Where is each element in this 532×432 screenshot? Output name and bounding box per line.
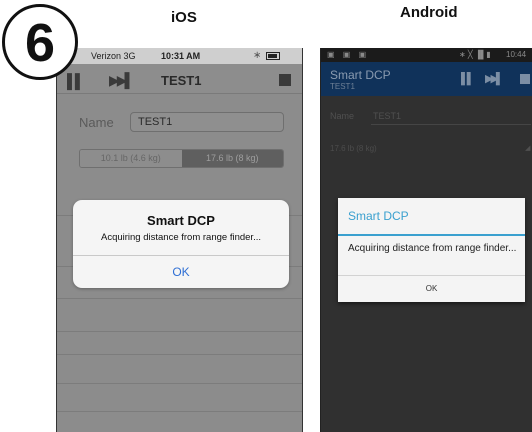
bluetooth-icon: ∗ (253, 50, 262, 61)
dialog-title: Smart DCP (147, 213, 215, 228)
divider (57, 411, 302, 412)
battery-icon (266, 52, 280, 60)
status-time: 10:44 (506, 50, 527, 59)
ios-platform-label: iOS (171, 9, 197, 26)
weight-spinner[interactable]: 17.6 lb (8 kg) (330, 144, 377, 153)
dialog-title-divider (338, 234, 525, 236)
dialog-message: Acquiring distance from range finder... (100, 232, 261, 243)
pause-icon[interactable]: ▌▌ (461, 73, 475, 85)
comparison-figure: 6 iOS Android Verizon 3G 10:31 AM ∗ ▌▌ ▶… (0, 0, 532, 432)
weight-option-light[interactable]: 10.1 lb (4.6 kg) (80, 150, 182, 167)
weight-option-heavy[interactable]: 17.6 lb (8 kg) (181, 150, 283, 167)
ios-nav-bar: ▌▌ ▶▶▌ TEST1 (57, 64, 302, 94)
android-action-bar: Smart DCP TEST1 ▌▌ ▶▶▌ (321, 62, 532, 96)
step-number-badge: 6 (2, 4, 78, 80)
dialog-message: Acquiring distance from range finder... (348, 243, 517, 254)
skip-forward-icon[interactable]: ▶▶▌ (109, 72, 135, 89)
ok-button[interactable]: OK (73, 256, 289, 288)
signal-icon: ∗ ╳ ▐▌▮ (459, 50, 491, 59)
dialog-title: Smart DCP (348, 209, 409, 223)
android-alert-dialog: Smart DCP Acquiring distance from range … (338, 198, 525, 302)
divider (57, 331, 302, 332)
spinner-arrow-icon: ◢ (525, 145, 531, 152)
divider (57, 354, 302, 355)
name-input[interactable]: TEST1 (130, 112, 284, 132)
app-subtitle: TEST1 (330, 82, 355, 91)
app-title: Smart DCP (330, 68, 391, 82)
name-label: Name (330, 111, 355, 121)
stop-icon[interactable] (520, 74, 530, 84)
ios-status-bar: Verizon 3G 10:31 AM ∗ (57, 48, 302, 64)
name-input-underline (371, 124, 531, 125)
ios-alert-dialog: Smart DCP Acquiring distance from range … (73, 200, 289, 288)
stop-icon[interactable] (279, 74, 291, 86)
nav-title: TEST1 (161, 73, 202, 88)
android-screen: ▣ ▣ ▣ ∗ ╳ ▐▌▮ 10:44 Smart DCP TEST1 ▌▌ ▶… (320, 48, 532, 432)
ok-button[interactable]: OK (338, 276, 525, 302)
status-time: 10:31 AM (161, 51, 201, 61)
android-platform-label: Android (400, 4, 458, 21)
pause-icon[interactable]: ▌▌ (67, 73, 85, 89)
step-number: 6 (24, 13, 56, 73)
ios-screen: Verizon 3G 10:31 AM ∗ ▌▌ ▶▶▌ TEST1 Name … (56, 48, 303, 432)
android-status-bar: ▣ ▣ ▣ ∗ ╳ ▐▌▮ 10:44 (321, 48, 532, 62)
name-input[interactable]: TEST1 (373, 111, 401, 121)
carrier-label: Verizon 3G (91, 51, 136, 61)
skip-forward-icon[interactable]: ▶▶▌ (485, 72, 504, 85)
name-label: Name (79, 115, 114, 130)
divider (57, 383, 302, 384)
divider (57, 298, 302, 299)
weight-segmented-control: 10.1 lb (4.6 kg) 17.6 lb (8 kg) (79, 149, 284, 168)
notification-icons: ▣ ▣ ▣ (327, 50, 370, 59)
